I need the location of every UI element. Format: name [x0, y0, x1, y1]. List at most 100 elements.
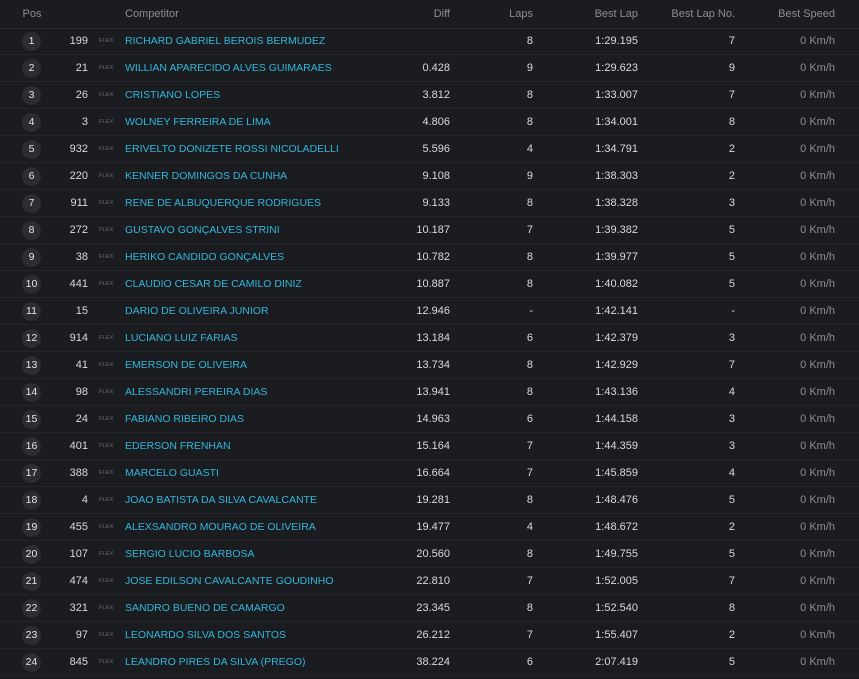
- best-lap-no-value: 4: [728, 467, 735, 479]
- table-row[interactable]: 23 97 FLEX LEONARDO SILVA DOS SANTOS 26.212 7…: [0, 622, 859, 649]
- table-row[interactable]: 9 38 FLEX HERIKO CANDIDO GONÇALVES 10.782 8 1:…: [0, 244, 859, 271]
- competitor-link[interactable]: KENNER DOMINGOS DA CUNHA: [125, 163, 385, 190]
- competitor-link[interactable]: EMERSON DE OLIVEIRA: [125, 352, 385, 379]
- column-header-best-lap[interactable]: Best Lap: [560, 0, 638, 28]
- best-speed-value: 0 Km/h: [800, 116, 835, 128]
- competitor-link[interactable]: LEONARDO SILVA DOS SANTOS: [125, 622, 385, 649]
- competitor-link[interactable]: WOLNEY FERREIRA DE LIMA: [125, 109, 385, 136]
- best-lap-no-value: 5: [728, 656, 735, 668]
- best-lap-no-value: -: [731, 305, 735, 317]
- competitor-link[interactable]: WILLIAN APARECIDO ALVES GUIMARAES: [125, 55, 385, 82]
- flex-tag: FLEX: [99, 524, 114, 530]
- competitor-link[interactable]: EDERSON FRENHAN: [125, 433, 385, 460]
- diff-value: 16.664: [416, 467, 450, 479]
- best-lap-no-value: 5: [728, 224, 735, 236]
- best-lap-value: 1:44.158: [595, 413, 638, 425]
- table-row[interactable]: 1 199 FLEX RICHARD GABRIEL BEROIS BERMUDEZ 8…: [0, 28, 859, 55]
- flex-tag: FLEX: [99, 551, 114, 557]
- position-badge: 2: [22, 59, 41, 78]
- car-number: 220: [69, 170, 88, 182]
- table-row[interactable]: 7 911 FLEX RENE DE ALBUQUERQUE RODRIGUES 9.1…: [0, 190, 859, 217]
- competitor-link[interactable]: ALEXSANDRO MOURAO DE OLIVEIRA: [125, 514, 385, 541]
- table-row[interactable]: 10 441 FLEX CLAUDIO CESAR DE CAMILO DINIZ 10…: [0, 271, 859, 298]
- position-badge: 19: [22, 518, 41, 537]
- table-row[interactable]: 21 474 FLEX JOSE EDILSON CAVALCANTE GOUDINH…: [0, 568, 859, 595]
- competitor-link[interactable]: SANDRO BUENO DE CAMARGO: [125, 595, 385, 622]
- diff-value: 10.782: [416, 251, 450, 263]
- position-badge: 11: [22, 302, 41, 321]
- column-header-best-lap-no[interactable]: Best Lap No.: [660, 0, 735, 28]
- table-row[interactable]: 22 321 FLEX SANDRO BUENO DE CAMARGO 23.345 8 1…: [0, 595, 859, 622]
- position-badge: 21: [22, 572, 41, 591]
- table-row[interactable]: 4 3 FLEX WOLNEY FERREIRA DE LIMA 4.806 8 1:34.…: [0, 109, 859, 136]
- table-row[interactable]: 8 272 FLEX GUSTAVO GONÇALVES STRINI 10.187 7 1…: [0, 217, 859, 244]
- best-speed-value: 0 Km/h: [800, 305, 835, 317]
- competitor-link[interactable]: CRISTIANO LOPES: [125, 82, 385, 109]
- best-speed-value: 0 Km/h: [800, 386, 835, 398]
- flex-tag: FLEX: [99, 281, 114, 287]
- table-row[interactable]: 13 41 FLEX EMERSON DE OLIVEIRA 13.734 8 1:42.9…: [0, 352, 859, 379]
- best-lap-no-value: 3: [728, 197, 735, 209]
- table-row[interactable]: 5 932 FLEX ERIVELTO DONIZETE ROSSI NICOLADE…: [0, 136, 859, 163]
- best-speed-value: 0 Km/h: [800, 575, 835, 587]
- flex-tag: FLEX: [99, 173, 114, 179]
- competitor-link[interactable]: GUSTAVO GONÇALVES STRINI: [125, 217, 385, 244]
- table-row[interactable]: 12 914 FLEX LUCIANO LUIZ FARIAS 13.184 6 1:42.…: [0, 325, 859, 352]
- table-row[interactable]: 2 21 FLEX WILLIAN APARECIDO ALVES GUIMARAES…: [0, 55, 859, 82]
- position-badge: 14: [22, 383, 41, 402]
- competitor-link[interactable]: LEANDRO PIRES DA SILVA (PREGO): [125, 649, 385, 676]
- car-number: 107: [69, 548, 88, 560]
- laps-value: 7: [526, 629, 533, 641]
- best-speed-value: 0 Km/h: [800, 143, 835, 155]
- table-row[interactable]: 16 401 FLEX EDERSON FRENHAN 15.164 7 1:44.359 3…: [0, 433, 859, 460]
- competitor-link[interactable]: LUCIANO LUIZ FARIAS: [125, 325, 385, 352]
- laps-value: 6: [526, 413, 533, 425]
- best-speed-value: 0 Km/h: [800, 197, 835, 209]
- position-badge: 16: [22, 437, 41, 456]
- table-row[interactable]: 3 26 FLEX CRISTIANO LOPES 3.812 8 1:33.007 7 0 K…: [0, 82, 859, 109]
- competitor-link[interactable]: ALESSANDRI PEREIRA DIAS: [125, 379, 385, 406]
- competitor-link[interactable]: HERIKO CANDIDO GONÇALVES: [125, 244, 385, 271]
- position-badge: 13: [22, 356, 41, 375]
- column-header-best-speed[interactable]: Best Speed: [760, 0, 835, 28]
- table-row[interactable]: 20 107 FLEX SERGIO LUCIO BARBOSA 20.560 8 1:49…: [0, 541, 859, 568]
- car-number: 98: [75, 386, 88, 398]
- competitor-link[interactable]: JOAO BATISTA DA SILVA CAVALCANTE: [125, 487, 385, 514]
- table-row[interactable]: 6 220 FLEX KENNER DOMINGOS DA CUNHA 9.108 9 1:…: [0, 163, 859, 190]
- best-lap-value: 1:39.977: [595, 251, 638, 263]
- competitor-link[interactable]: MARCELO GUASTI: [125, 460, 385, 487]
- table-row[interactable]: 15 24 FLEX FABIANO RIBEIRO DIAS 14.963 6 1:44.…: [0, 406, 859, 433]
- diff-value: 14.963: [416, 413, 450, 425]
- column-header-competitor[interactable]: Competitor: [125, 0, 385, 28]
- column-header-diff[interactable]: Diff: [380, 0, 450, 28]
- competitor-link[interactable]: RENE DE ALBUQUERQUE RODRIGUES: [125, 190, 385, 217]
- laps-value: 6: [526, 332, 533, 344]
- competitor-link[interactable]: ERIVELTO DONIZETE ROSSI NICOLADELLI: [125, 136, 385, 163]
- column-header-pos[interactable]: Pos: [14, 0, 50, 28]
- competitor-link[interactable]: FABIANO RIBEIRO DIAS: [125, 406, 385, 433]
- competitor-link[interactable]: SERGIO LUCIO BARBOSA: [125, 541, 385, 568]
- table-row[interactable]: 11 15 DARIO DE OLIVEIRA JUNIOR 12.946 - 1:42.…: [0, 298, 859, 325]
- best-lap-no-value: 3: [728, 332, 735, 344]
- car-number: 845: [69, 656, 88, 668]
- table-row[interactable]: 19 455 FLEX ALEXSANDRO MOURAO DE OLIVEIRA 19…: [0, 514, 859, 541]
- diff-value: 19.281: [416, 494, 450, 506]
- laps-value: 4: [526, 521, 533, 533]
- table-row[interactable]: 18 4 FLEX JOAO BATISTA DA SILVA CAVALCANTE 1…: [0, 487, 859, 514]
- best-lap-no-value: 9: [728, 62, 735, 74]
- best-speed-value: 0 Km/h: [800, 629, 835, 641]
- table-row[interactable]: 14 98 FLEX ALESSANDRI PEREIRA DIAS 13.941 8 1:…: [0, 379, 859, 406]
- best-lap-value: 1:42.379: [595, 332, 638, 344]
- table-row[interactable]: 24 845 FLEX LEANDRO PIRES DA SILVA (PREGO) 3…: [0, 649, 859, 676]
- best-lap-no-value: 2: [728, 170, 735, 182]
- best-speed-value: 0 Km/h: [800, 440, 835, 452]
- column-header-laps[interactable]: Laps: [480, 0, 533, 28]
- competitor-link[interactable]: DARIO DE OLIVEIRA JUNIOR: [125, 298, 385, 325]
- car-number: 38: [75, 251, 88, 263]
- table-row[interactable]: 17 388 FLEX MARCELO GUASTI 16.664 7 1:45.859 4 0…: [0, 460, 859, 487]
- competitor-link[interactable]: JOSE EDILSON CAVALCANTE GOUDINHO: [125, 568, 385, 595]
- position-badge: 12: [22, 329, 41, 348]
- flex-tag: FLEX: [99, 470, 114, 476]
- competitor-link[interactable]: RICHARD GABRIEL BEROIS BERMUDEZ: [125, 28, 385, 55]
- competitor-link[interactable]: CLAUDIO CESAR DE CAMILO DINIZ: [125, 271, 385, 298]
